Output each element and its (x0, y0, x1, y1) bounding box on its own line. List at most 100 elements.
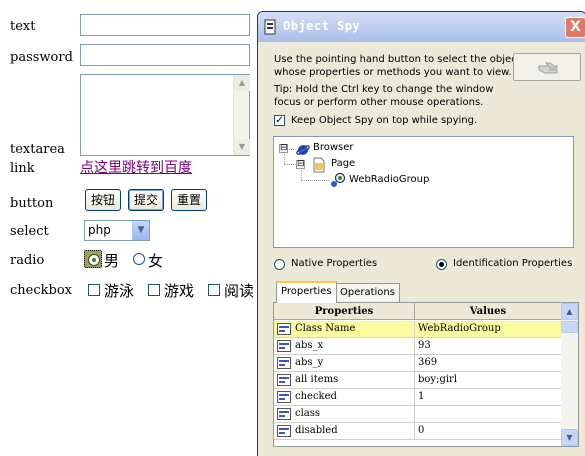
radio-female[interactable] (133, 253, 145, 265)
table-row[interactable]: class (274, 406, 561, 423)
tree-item-webradiogroup[interactable]: WebRadioGroup (349, 174, 429, 185)
textarea-scrollbar[interactable]: ▲ ▼ (233, 75, 250, 155)
property-value: 0 (414, 423, 424, 439)
select-value: php (88, 223, 111, 237)
tip-text: Tip: Hold the Ctrl key to change the win… (274, 83, 493, 109)
property-icon (277, 323, 291, 335)
property-icon (277, 425, 291, 437)
column-header-values[interactable]: Values (415, 303, 561, 320)
instruction-line: Use the pointing hand button to select t… (274, 54, 521, 65)
property-name: Class Name (295, 323, 356, 334)
collapse-icon[interactable]: ⊟ (296, 160, 305, 169)
identification-properties-radio[interactable] (436, 259, 447, 270)
tree-item-page[interactable]: Page (331, 158, 355, 169)
checkbox-reading[interactable] (208, 284, 220, 296)
property-icon (277, 340, 291, 352)
checkbox-gaming[interactable] (148, 284, 160, 296)
radio-female-label: 女 (148, 252, 164, 270)
tab-properties[interactable]: Properties (276, 281, 337, 303)
property-icon (277, 374, 291, 386)
spy-app-icon (264, 19, 276, 35)
radio-label: radio (10, 253, 45, 268)
table-row[interactable]: checked 1 (274, 389, 561, 406)
keep-on-top-label: Keep Object Spy on top while spying. (291, 115, 478, 126)
scroll-up-icon[interactable]: ▲ (234, 75, 250, 91)
checkbox-swimming-label: 游泳 (104, 282, 135, 300)
reset-button[interactable]: 重置 (171, 189, 208, 211)
radio-dot-icon (88, 254, 100, 266)
title-bar[interactable]: Object Spy X (258, 12, 585, 42)
tip-line: focus or perform other mouse operations. (274, 97, 484, 108)
radio-male-label: 男 (104, 252, 120, 270)
scroll-down-icon[interactable]: ▼ (561, 429, 578, 446)
tree-connector (301, 170, 302, 180)
table-row[interactable]: disabled 0 (274, 423, 561, 440)
text-label: text (10, 19, 36, 34)
property-value: 1 (414, 389, 424, 405)
close-icon[interactable]: X (565, 17, 585, 38)
checkbox-gaming-label: 游戏 (164, 282, 195, 300)
checkbox-swimming[interactable] (88, 284, 100, 296)
radio-male[interactable] (84, 250, 102, 268)
checkbox-reading-label: 阅读 (224, 282, 255, 300)
tree-connector (301, 180, 329, 181)
textarea-label: textarea (10, 142, 65, 157)
tab-operations[interactable]: Operations (335, 283, 400, 302)
tip-line: Tip: Hold the Ctrl key to change the win… (274, 84, 494, 95)
object-tree[interactable]: ⊟ Browser ⊟ Page WebRadioGroup (273, 136, 574, 248)
property-value: boy;girl (414, 372, 457, 388)
submit-button[interactable]: 提交 (128, 189, 165, 211)
table-row[interactable]: abs_y 369 (274, 355, 561, 372)
property-value: 93 (414, 338, 431, 354)
grid-scrollbar[interactable]: ▲ ▼ (561, 303, 578, 446)
instruction-line: whose properties or methods you want to … (274, 67, 512, 78)
tree-connector (284, 164, 296, 165)
property-value: 369 (414, 355, 437, 371)
property-icon (277, 357, 291, 369)
object-spy-window: Object Spy X Use the pointing hand butto… (257, 11, 585, 456)
table-row[interactable]: Class Name WebRadioGroup (274, 321, 561, 338)
select-label: select (10, 224, 49, 239)
radio-group-icon (331, 172, 346, 187)
link-label: link (10, 161, 35, 176)
text-input[interactable] (80, 14, 250, 36)
scroll-up-icon[interactable]: ▲ (561, 303, 578, 320)
property-name: all items (295, 374, 339, 385)
password-label: password (10, 50, 73, 65)
baidu-link[interactable]: 点这里跳转到百度 (80, 157, 192, 177)
property-value (414, 406, 418, 422)
property-name: checked (295, 391, 337, 402)
window-title: Object Spy (283, 19, 361, 33)
property-name: disabled (295, 425, 338, 436)
checkbox-label: checkbox (10, 283, 72, 298)
scroll-thumb[interactable] (561, 321, 578, 333)
identification-properties-label: Identification Properties (453, 258, 573, 269)
plain-button[interactable]: 按钮 (85, 189, 122, 211)
table-row[interactable]: all items boy;girl (274, 372, 561, 389)
button-label: button (10, 196, 54, 211)
native-properties-radio[interactable] (274, 259, 285, 270)
property-icon (277, 408, 291, 420)
native-properties-label: Native Properties (291, 258, 378, 269)
browser-icon (296, 145, 310, 155)
tree-item-browser[interactable]: Browser (313, 142, 354, 153)
property-name: class (295, 408, 321, 419)
scroll-down-icon[interactable]: ▼ (234, 139, 250, 155)
property-value: WebRadioGroup (414, 321, 501, 337)
collapse-icon[interactable]: ⊟ (279, 144, 288, 153)
table-row[interactable]: abs_x 93 (274, 338, 561, 355)
textarea-field[interactable]: ▲ ▼ (80, 74, 250, 156)
pointing-hand-button[interactable] (513, 53, 581, 81)
page-icon (313, 157, 325, 173)
password-input[interactable] (80, 44, 250, 66)
language-select[interactable]: php ▼ (84, 220, 150, 241)
property-name: abs_y (295, 357, 324, 368)
keep-on-top-checkbox[interactable]: ✓ (274, 115, 285, 126)
column-header-properties[interactable]: Properties (274, 303, 415, 320)
properties-grid: Properties Values Class Name WebRadioGro… (273, 302, 579, 447)
property-name: abs_x (295, 340, 324, 351)
pointing-hand-icon (538, 62, 558, 74)
property-icon (277, 391, 291, 403)
tree-connector (284, 154, 285, 164)
chevron-down-icon[interactable]: ▼ (132, 221, 149, 240)
